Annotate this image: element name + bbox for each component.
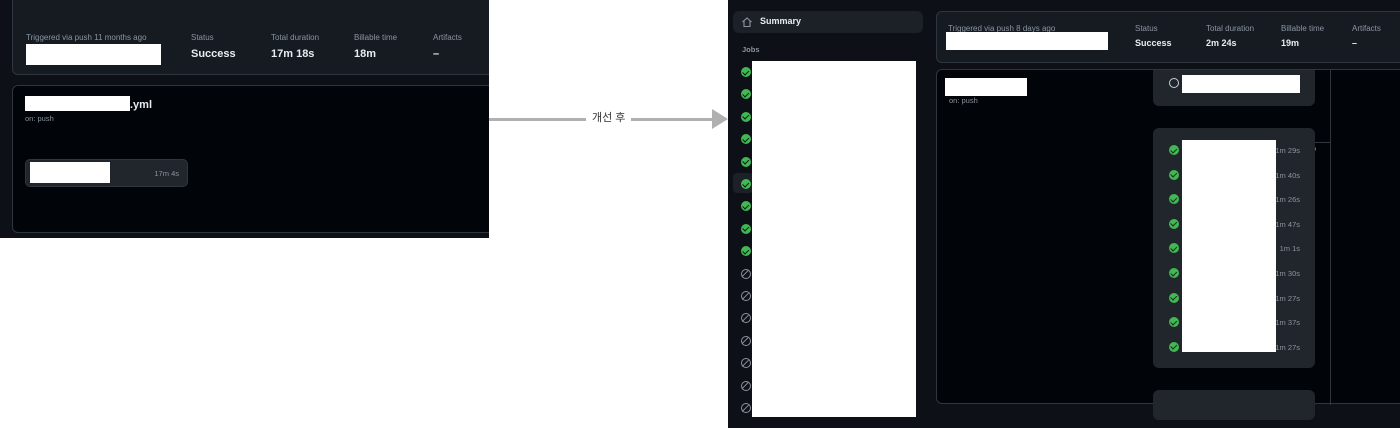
skipped-icon[interactable] [741,335,751,346]
success-check-icon [1169,145,1179,155]
success-check-icon [1169,268,1179,278]
redacted-job-names [752,61,916,417]
jobs-sidebar: Summary Jobs [728,0,928,428]
artifacts-label: Artifacts [433,33,462,42]
arrow-head-icon [712,109,728,129]
matrix-job-duration: 1m 27s [1275,293,1300,303]
run-summary-card: Triggered via push 8 days ago Status Suc… [936,11,1400,63]
skipped-icon[interactable] [741,403,751,413]
success-check-icon[interactable] [741,67,751,77]
success-check-icon[interactable] [741,179,751,189]
skipped-icon[interactable] [741,313,751,324]
matrix-job-duration: 1m 26s [1275,195,1300,205]
before-screenshot: Triggered via push 11 months ago Status … [0,0,489,238]
status-value: Success [1135,38,1172,48]
billable-value: 19m [1281,38,1300,48]
success-check-icon [1169,194,1179,205]
success-check-icon[interactable] [741,201,751,212]
duration-value: 17m 18s [271,48,315,60]
workflow-trigger: on: push [949,96,978,105]
success-check-icon[interactable] [741,156,751,167]
pending-circle-icon [1169,78,1179,88]
status-label: Status [191,33,214,42]
success-check-icon [1169,243,1179,254]
redacted-commit [946,32,1108,50]
matrix-job-duration: 1m 37s [1275,318,1300,328]
graph-connector-line [1330,70,1331,405]
success-check-icon [1169,169,1179,180]
matrix-job-duration: 1m 29s [1275,146,1300,155]
redacted-job-name [30,162,110,183]
duration-value: 2m 24s [1206,38,1237,48]
matrix-job-duration: 1m 27s [1275,342,1300,352]
matrix-job-duration: 1m 1s [1279,244,1300,254]
redacted-job-name [1182,75,1300,93]
skipped-icon[interactable] [741,291,751,301]
summary-label: Summary [760,16,802,26]
pending-job-node[interactable] [1153,70,1315,106]
workflow-graph-card: on: push 1m 29s 1m 40s 1m 26s 1m 47s 1m 1s 1m… [936,69,1400,420]
run-summary-card: Triggered via push 11 months ago Status … [12,0,489,75]
matrix-job-duration: 1m 47s [1275,219,1300,229]
success-check-icon [1169,292,1179,303]
redacted-commit [26,44,161,65]
matrix-job-duration: 1m 40s [1275,170,1300,180]
billable-value: 18m [354,48,377,60]
workflow-graph-card: .yml on: push 17m 4s [12,85,489,233]
billable-label: Billable time [354,33,398,42]
success-check-icon[interactable] [741,246,751,257]
summary-nav-item[interactable]: Summary [733,11,923,33]
success-check-icon[interactable] [741,223,751,234]
skipped-icon[interactable] [741,358,751,369]
success-check-icon[interactable] [741,111,751,122]
graph-connector-branch [1315,142,1331,143]
artifacts-value: – [433,48,440,60]
skipped-icon[interactable] [741,268,751,279]
job-duration: 17m 4s [154,169,179,178]
duration-label: Total duration [1206,24,1255,33]
artifacts-label: Artifacts [1352,24,1381,33]
success-check-icon[interactable] [741,89,751,100]
success-check-icon [1169,218,1179,229]
job-node[interactable]: 17m 4s [25,159,188,187]
triggered-label: Triggered via push 11 months ago [26,33,147,42]
workflow-trigger: on: push [25,114,54,123]
jobs-heading: Jobs [742,45,760,54]
skipped-icon[interactable] [741,380,751,391]
redacted-workflow-name [25,96,130,111]
success-check-icon [1169,341,1179,352]
status-label: Status [1135,24,1158,33]
home-icon [742,17,752,28]
success-check-icon [1169,317,1179,328]
redacted-workflow-name [945,78,1027,96]
workflow-file-suffix: .yml [130,99,153,111]
artifacts-value: – [1352,38,1358,48]
arrow-label: 개선 후 [586,110,632,126]
after-screenshot: Summary Jobs Triggered via push 8 days a… [728,0,1400,428]
next-job-node[interactable] [1153,390,1315,420]
billable-label: Billable time [1281,24,1325,33]
status-value: Success [191,48,236,60]
duration-label: Total duration [271,33,320,42]
matrix-job-group[interactable]: 1m 29s 1m 40s 1m 26s 1m 47s 1m 1s 1m 30s 1m 27… [1153,128,1315,368]
success-check-icon[interactable] [741,134,751,145]
redacted-matrix-names [1182,140,1276,352]
matrix-job-duration: 1m 30s [1275,269,1300,278]
